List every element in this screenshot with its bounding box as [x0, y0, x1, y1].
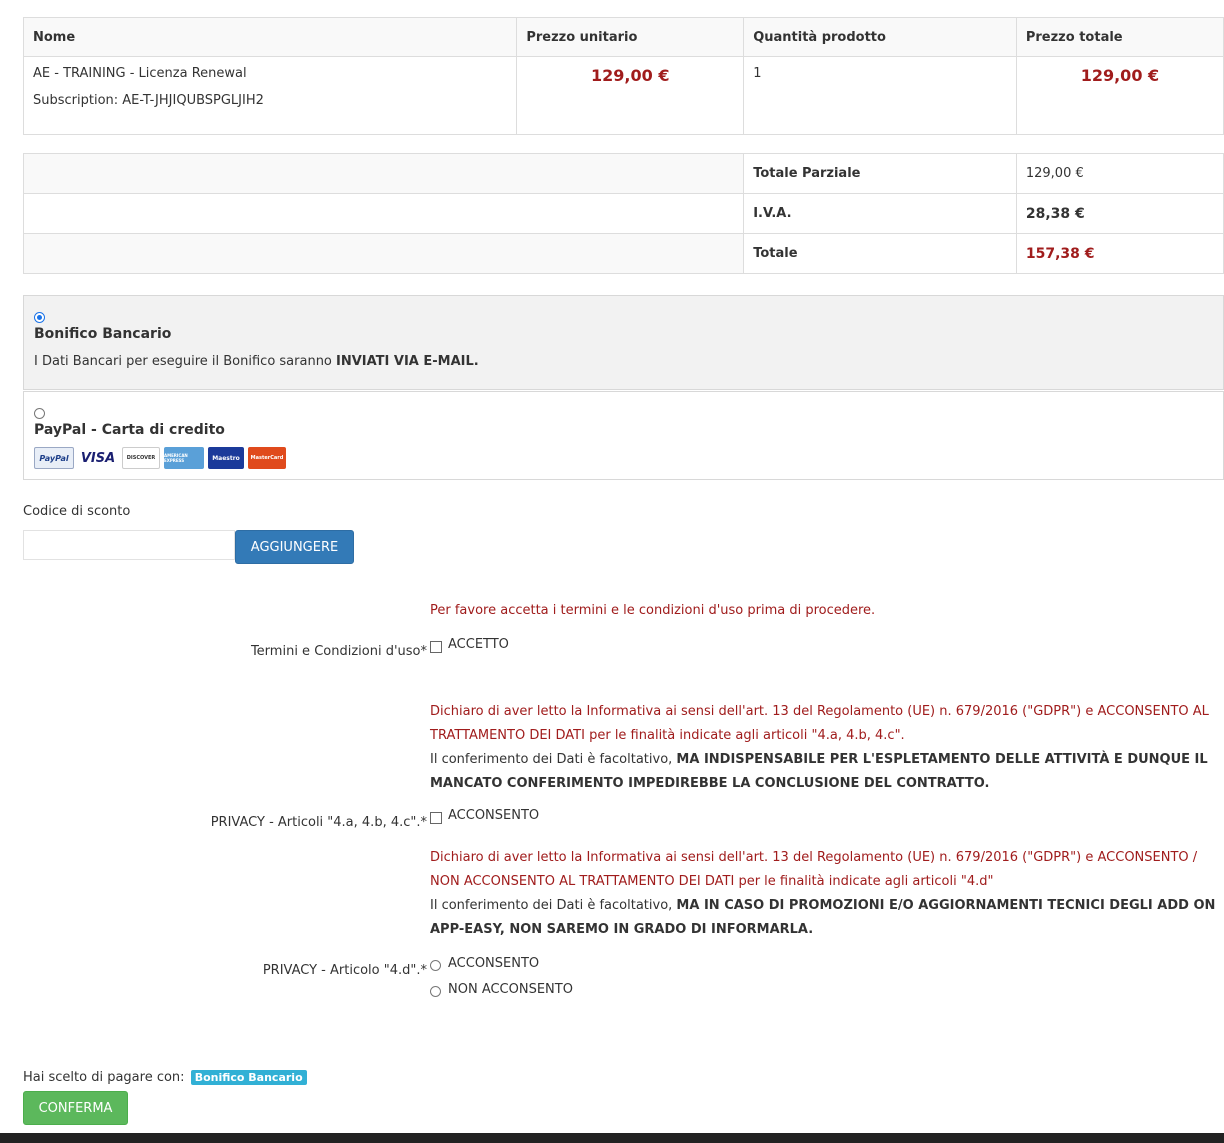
discover-logo-icon: DISCOVER [122, 447, 160, 469]
payment-choice-prefix: Hai scelto di pagare con: [23, 1070, 185, 1085]
privacy1-text-red: Dichiaro di aver letto la Informativa ai… [430, 704, 1209, 743]
privacy1-consent-label: ACCONSENTO [448, 808, 540, 823]
item-subscription: Subscription: AE-T-JHJIQUBSPGLJIH2 [33, 93, 264, 108]
payment-choice-badge: Bonifico Bancario [190, 1070, 307, 1085]
subtotal-label: Totale Parziale [743, 153, 1017, 194]
bank-transfer-title: Bonifico Bancario [34, 326, 172, 342]
privacy2-no-consent-label: NON ACCONSENTO [448, 982, 573, 997]
mastercard-logo-icon: MasterCard [248, 447, 286, 469]
payment-choice-summary: Hai scelto di pagare con: Bonifico Banca… [23, 1070, 307, 1085]
terms-accept-label: ACCETTO [448, 637, 509, 652]
payment-option-paypal[interactable]: PayPal - Carta di credito PayPal VISA DI… [23, 391, 1224, 480]
header-total-price: Prezzo totale [1015, 17, 1224, 57]
discount-label: Codice di sconto [23, 504, 131, 519]
item-total-price: 129,00 € [1080, 66, 1160, 85]
terms-warning: Per favore accetta i termini e le condiz… [430, 603, 876, 618]
privacy1-label: PRIVACY - Articoli "4.a, 4.b, 4.c".* [210, 815, 427, 830]
total-value: 157,38 € [1015, 233, 1224, 274]
maestro-logo-icon: Maestro [208, 447, 244, 469]
privacy2-consent-radio[interactable] [430, 960, 441, 971]
payment-option-bank-transfer[interactable]: Bonifico Bancario I Dati Bancari per ese… [23, 295, 1224, 390]
privacy2-consent-label: ACCONSENTO [448, 956, 540, 971]
header-quantity: Quantità prodotto [743, 17, 1017, 57]
privacy1-text-normal: Il conferimento dei Dati è facoltativo, [430, 752, 677, 767]
summary-row-subtotal: Totale Parziale 129,00 € [22, 153, 1224, 194]
cart-item-row: AE - TRAINING - Licenza Renewal Subscrip… [22, 56, 1224, 135]
vat-value: 28,38 € [1015, 193, 1224, 234]
privacy2-label: PRIVACY - Articolo "4.d".* [262, 963, 427, 978]
header-unit-price: Prezzo unitario [516, 17, 745, 57]
cart-table: Nome Prezzo unitario Quantità prodotto P… [22, 17, 1224, 274]
privacy2-text-red: Dichiaro di aver letto la Informativa ai… [430, 850, 1198, 889]
bank-transfer-radio[interactable] [34, 312, 45, 323]
summary-row-vat: I.V.A. 28,38 € [22, 193, 1224, 234]
total-label: Totale [743, 233, 1017, 274]
vat-label: I.V.A. [743, 193, 1017, 234]
privacy1-consent-checkbox[interactable] [430, 812, 442, 824]
item-name: AE - TRAINING - Licenza Renewal [33, 66, 247, 81]
item-name-cell: AE - TRAINING - Licenza Renewal Subscrip… [22, 56, 518, 135]
add-discount-button[interactable]: AGGIUNGERE [235, 530, 354, 564]
header-name: Nome [22, 17, 518, 57]
terms-label: Termini e Condizioni d'uso* [250, 644, 427, 659]
paypal-logo-icon: PayPal [34, 447, 74, 469]
bank-transfer-desc: I Dati Bancari per eseguire il Bonifico … [34, 354, 479, 369]
item-unit-price-cell: 129,00 € [516, 56, 745, 135]
paypal-title: PayPal - Carta di credito [34, 422, 225, 438]
privacy1-text: Dichiaro di aver letto la Informativa ai… [430, 700, 1220, 796]
privacy2-text-normal: Il conferimento dei Dati è facoltativo, [430, 898, 677, 913]
cart-spacer [23, 134, 1224, 154]
card-logos: PayPal VISA DISCOVER AMERICAN EXPRESS Ma… [34, 447, 286, 469]
subtotal-value: 129,00 € [1015, 153, 1224, 194]
item-quantity-cell: 1 [743, 56, 1017, 135]
confirm-button[interactable]: CONFERMA [23, 1091, 128, 1125]
paypal-radio[interactable] [34, 408, 45, 419]
cart-header-row: Nome Prezzo unitario Quantità prodotto P… [22, 17, 1224, 57]
summary-row-total: Totale 157,38 € [22, 233, 1224, 274]
item-unit-price: 129,00 € [591, 66, 670, 85]
privacy2-text: Dichiaro di aver letto la Informativa ai… [430, 846, 1220, 942]
page-footer [0, 1133, 1224, 1143]
terms-accept-checkbox[interactable] [430, 641, 442, 653]
privacy2-no-consent-radio[interactable] [430, 986, 441, 997]
discount-code-input[interactable] [23, 530, 235, 560]
bank-transfer-desc-bold: INVIATI VIA E-MAIL. [336, 354, 479, 369]
visa-logo-icon: VISA [78, 447, 118, 469]
item-total-price-cell: 129,00 € [1015, 56, 1224, 135]
bank-transfer-desc-text: I Dati Bancari per eseguire il Bonifico … [34, 354, 337, 369]
amex-logo-icon: AMERICAN EXPRESS [164, 447, 204, 469]
item-quantity: 1 [753, 66, 762, 81]
